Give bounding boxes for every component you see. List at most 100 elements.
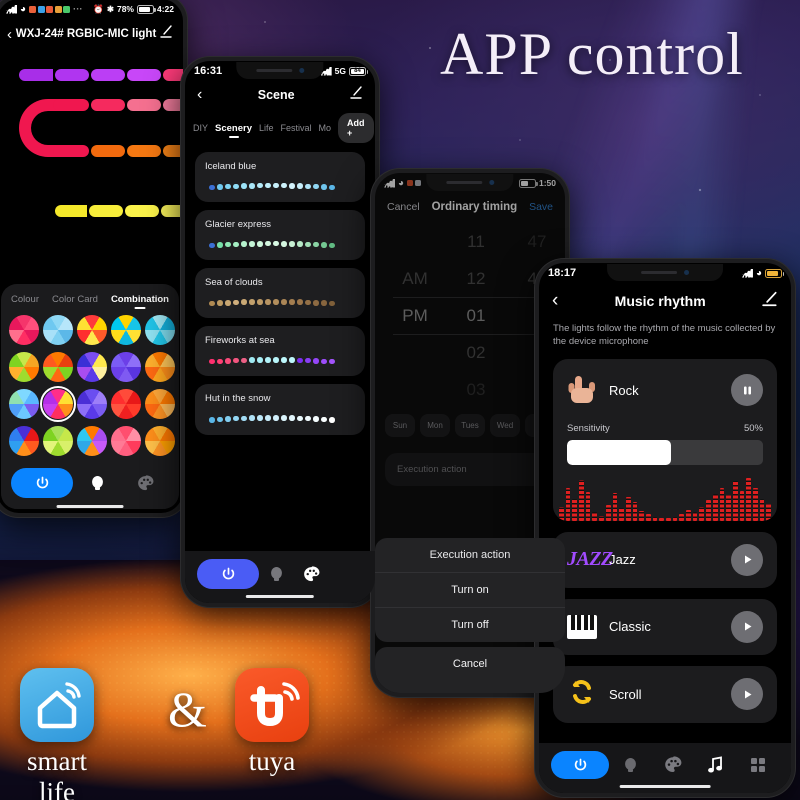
color-wheel-2[interactable] [77, 315, 107, 345]
day-mon[interactable]: Mon [420, 414, 450, 437]
power-button[interactable] [551, 751, 609, 779]
palette-icon[interactable] [652, 756, 695, 774]
add-scene-button[interactable]: Add + [338, 113, 374, 143]
action-cancel[interactable]: Cancel [375, 647, 565, 681]
tab-combination[interactable]: Combination [111, 294, 169, 305]
color-wheel-3[interactable] [111, 315, 141, 345]
hour-column[interactable]: 10 11 12 01 02 03 [445, 223, 507, 408]
music-mode-classic[interactable]: Classic [553, 598, 777, 655]
tab-diy[interactable]: DIY [193, 123, 208, 133]
scene-dot [233, 241, 239, 248]
tab-color-card[interactable]: Color Card [52, 294, 98, 305]
music-mode-jazz[interactable]: JAZZ Jazz [553, 531, 777, 588]
pencil-icon[interactable] [762, 291, 778, 312]
day-tues[interactable]: Tues [455, 414, 485, 437]
music-note-icon[interactable] [694, 756, 737, 774]
color-wheel-0[interactable] [9, 315, 39, 345]
day-wed[interactable]: Wed [490, 414, 520, 437]
color-wheel-19[interactable] [145, 426, 175, 456]
palette-icon[interactable] [121, 474, 169, 492]
scene-dot [217, 358, 223, 365]
meridiem-column[interactable]: AM PM [385, 260, 445, 408]
color-wheel-14[interactable] [145, 389, 175, 419]
play-icon[interactable] [731, 678, 763, 711]
scene-card[interactable]: Glacier express [195, 210, 365, 261]
pencil-icon[interactable] [350, 86, 363, 104]
color-wheel-12[interactable] [77, 389, 107, 419]
meridiem-am[interactable]: AM [385, 260, 445, 297]
scene-dot [217, 184, 223, 190]
grid-icon[interactable] [737, 757, 780, 773]
action-turn-off[interactable]: Turn off [375, 608, 565, 642]
power-button[interactable] [11, 468, 73, 498]
equalizer-bar [599, 516, 604, 521]
pencil-icon[interactable] [160, 25, 173, 43]
led-strip-preview [0, 53, 183, 263]
scene-dot [233, 415, 239, 422]
sensitivity-slider[interactable] [567, 439, 763, 465]
tab-scenery[interactable]: Scenery [215, 123, 252, 138]
palette-icon[interactable] [294, 565, 329, 583]
music-navbar: ‹ Music rhythm [539, 283, 791, 321]
color-wheel-11[interactable] [40, 386, 76, 422]
equalizer-bar [625, 496, 631, 521]
scene-card[interactable]: Fireworks at sea [195, 326, 365, 377]
scene-dot [289, 183, 295, 189]
scene-dot [241, 357, 247, 364]
home-indicator [245, 594, 315, 598]
scene-dot [257, 182, 263, 189]
scene-card[interactable]: Iceland blue [195, 152, 365, 203]
cancel-button[interactable]: Cancel [387, 201, 420, 213]
tab-colour[interactable]: Colour [11, 294, 39, 305]
equalizer-bar [692, 512, 698, 521]
color-wheel-17[interactable] [77, 426, 107, 456]
tab-life[interactable]: Life [259, 123, 274, 133]
power-button[interactable] [197, 559, 259, 589]
play-icon[interactable] [731, 610, 763, 643]
statusbar-device: ◕ ··· ⏰ ✱ 78% 4:22 [0, 0, 183, 19]
device-title: WXJ-24# RGBIC-MIC light [15, 28, 157, 40]
music-mode-rock[interactable]: Rock Sensitivity 50% [553, 358, 777, 521]
scene-dot [225, 358, 231, 364]
color-wheel-6[interactable] [43, 352, 73, 382]
equalizer-bar [752, 488, 758, 521]
scene-dot [313, 416, 319, 422]
color-wheel-18[interactable] [111, 426, 141, 456]
color-wheel-9[interactable] [145, 352, 175, 382]
bulb-icon[interactable] [73, 474, 121, 492]
scene-dot [305, 357, 311, 364]
bulb-icon[interactable] [609, 756, 652, 774]
phone-music-rhythm: 18:17 ◕ ‹ Music rhythm The lights follow… [534, 258, 796, 798]
color-wheel-16[interactable] [43, 426, 73, 456]
meridiem-pm[interactable]: PM [385, 297, 445, 334]
tab-more[interactable]: Mo [319, 123, 332, 133]
execution-action-field[interactable]: Execution action [385, 453, 555, 486]
bulb-icon[interactable] [259, 565, 294, 583]
scene-card[interactable]: Sea of clouds [195, 268, 365, 319]
scene-dot [257, 241, 263, 247]
color-wheel-4[interactable] [145, 315, 175, 345]
color-wheel-5[interactable] [9, 352, 39, 382]
save-button[interactable]: Save [529, 201, 553, 213]
color-wheel-15[interactable] [9, 426, 39, 456]
color-wheel-7[interactable] [77, 352, 107, 382]
color-wheel-8[interactable] [111, 352, 141, 382]
tab-festival[interactable]: Festival [281, 123, 312, 133]
action-turn-on[interactable]: Turn on [375, 573, 565, 608]
music-mode-scroll[interactable]: Scroll [553, 665, 777, 723]
scene-list[interactable]: Iceland blue Glacier express Sea of clouds… [185, 152, 375, 435]
color-wheel-10[interactable] [9, 389, 39, 419]
equalizer-bar [726, 494, 731, 521]
combination-wheel-grid[interactable] [1, 309, 179, 456]
action-sheet-options: Execution action Turn on Turn off [375, 538, 565, 642]
play-icon[interactable] [731, 543, 763, 576]
brand-tuya: tuya [235, 668, 309, 777]
brand-smart-life: smart life [20, 668, 94, 800]
color-wheel-1[interactable] [43, 315, 73, 345]
scene-card[interactable]: Hut in the snow [195, 384, 365, 435]
day-sun[interactable]: Sun [385, 414, 415, 437]
pause-icon[interactable] [731, 374, 763, 407]
equalizer-bar [645, 514, 651, 521]
scene-dot [329, 242, 335, 249]
color-wheel-13[interactable] [111, 389, 141, 419]
